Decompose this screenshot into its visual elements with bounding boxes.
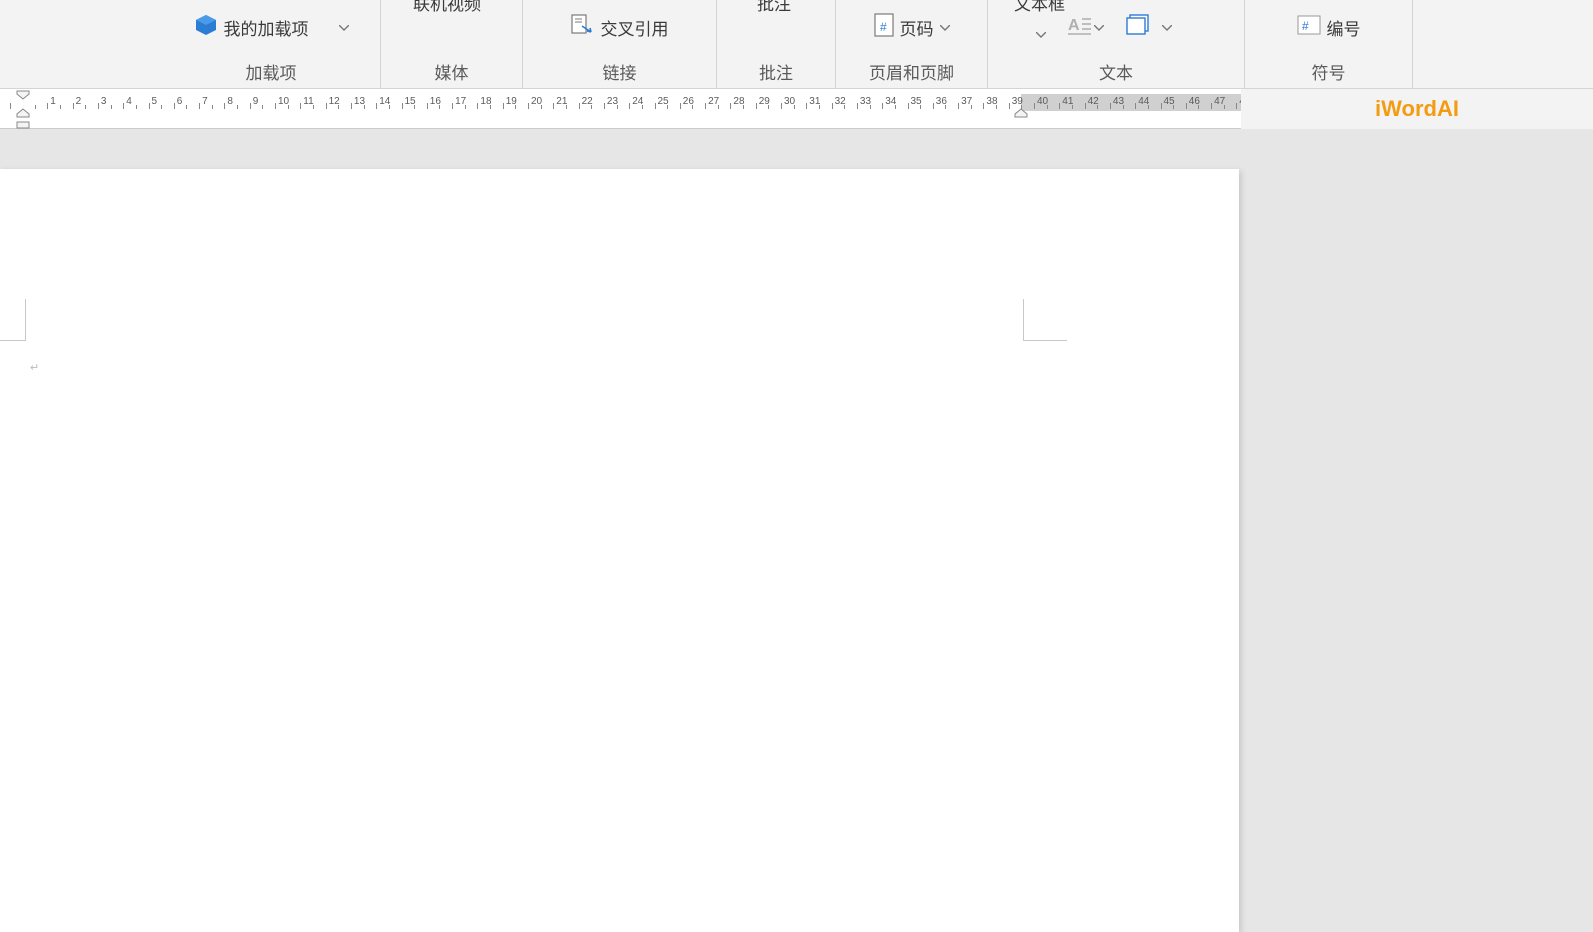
dropcap-button[interactable]: A [1064,13,1108,42]
ribbon-group-symbols-label: 符号 [1245,55,1412,86]
ribbon: 我的加载项 加载项 联机视频 媒体 [0,0,1593,89]
text-cut-label: 文本框 [1014,0,1065,15]
chevron-down-icon [339,23,349,33]
textbox-dropdown[interactable] [1032,14,1050,42]
brand-label: iWordAI [1375,96,1459,122]
ribbon-group-addins-label: 加载项 [162,55,380,86]
cross-reference-label: 交叉引用 [601,15,669,40]
first-line-indent-marker[interactable] [16,87,30,105]
chevron-down-icon [1036,30,1046,40]
ribbon-group-addins: 我的加载项 加载项 [162,0,381,88]
document-page[interactable]: ↵ [0,169,1239,932]
ribbon-group-trailing [1413,0,1593,88]
chevron-down-icon [1162,23,1172,33]
ribbon-group-headerfooter: # 页码 页眉和页脚 [836,0,988,88]
right-panel-background [1241,129,1593,932]
ribbon-group-links-label: 链接 [523,55,716,86]
ribbon-group-text-label: 文本 [988,55,1244,86]
svg-text:#: # [880,20,887,34]
horizontal-ruler[interactable]: 1234567891011121314151617181920212223242… [0,89,1241,129]
numbering-button[interactable]: # 编号 [1293,13,1365,42]
margin-guide-top-right [1023,299,1067,341]
page-number-label: 页码 [900,15,934,40]
ruler-ticks: 1234567891011121314151617181920212223242… [0,94,1241,111]
cross-reference-icon [571,14,595,41]
svg-text:A: A [1068,17,1080,34]
comments-cut-label: 批注 [757,0,791,15]
chevron-down-icon [940,23,950,33]
paragraph-mark: ↵ [30,361,39,374]
ribbon-group-media: 联机视频 媒体 [381,0,523,88]
object-icon [1126,14,1152,41]
ribbon-group-pregap [0,0,162,88]
dropcap-icon: A [1068,15,1092,40]
addins-icon [194,13,218,42]
margin-guide-top-left [0,299,26,341]
numbering-label: 编号 [1327,15,1361,40]
page-number-button[interactable]: # 页码 [870,11,954,44]
numbering-icon: # [1297,15,1321,40]
ribbon-group-media-label: 媒体 [381,55,522,86]
my-addins-label: 我的加载项 [224,15,309,40]
ribbon-group-symbols: # 编号 符号 [1245,0,1413,88]
chevron-down-icon [1094,23,1104,33]
svg-text:#: # [1302,19,1309,33]
ribbon-group-comments: 批注 批注 [717,0,836,88]
media-cut-label: 联机视频 [413,0,481,15]
page-number-icon: # [874,13,894,42]
cross-reference-button[interactable]: 交叉引用 [567,12,673,43]
ribbon-group-comments-label: 批注 [717,55,835,86]
right-indent-marker[interactable] [1014,105,1028,123]
ribbon-group-links: 交叉引用 链接 [523,0,717,88]
object-button[interactable] [1122,12,1176,43]
ribbon-group-text: 文本框 A [988,0,1245,88]
ribbon-group-headerfooter-label: 页眉和页脚 [836,55,987,86]
ribbon-group-addins-content: 我的加载项 [162,0,380,55]
my-addins-button[interactable]: 我的加载项 [190,11,353,44]
sidebar-brand-area: iWordAI [1241,89,1593,129]
